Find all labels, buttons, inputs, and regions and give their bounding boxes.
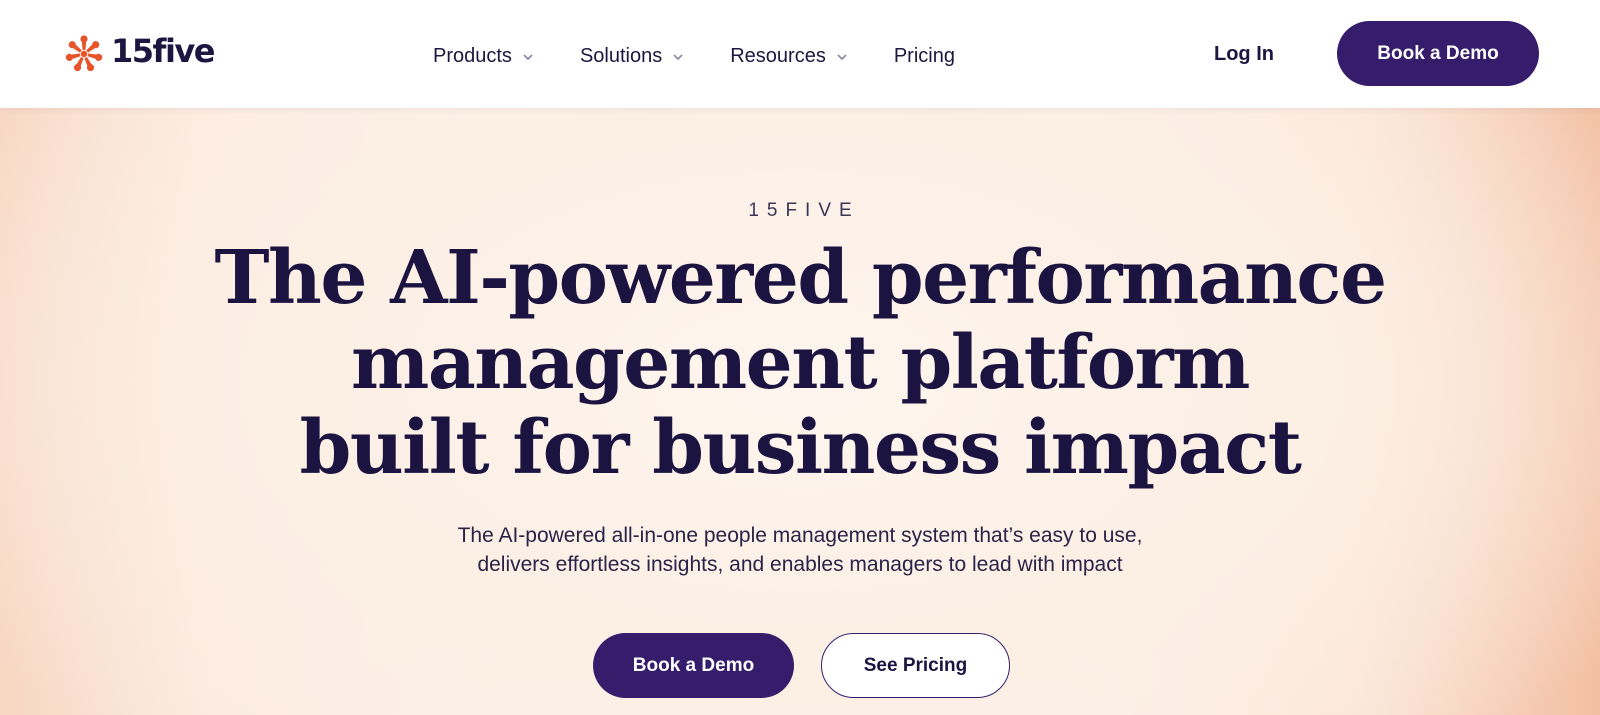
login-link[interactable]: Log In xyxy=(1214,38,1274,70)
hero-book-demo-button[interactable]: Book a Demo xyxy=(593,633,794,698)
headline-line: management platform xyxy=(351,320,1250,406)
nav-item-pricing[interactable]: Pricing xyxy=(894,45,955,68)
nav-item-resources[interactable]: Resources xyxy=(730,45,848,68)
brand-logo[interactable]: 15five xyxy=(63,32,215,76)
main-nav: Products Solutions Resources Pricing xyxy=(433,40,955,72)
nav-item-solutions[interactable]: Solutions xyxy=(580,45,684,68)
hero-eyebrow: 15FIVE xyxy=(748,200,860,221)
chevron-down-icon xyxy=(523,54,533,60)
subtext-line: delivers effortless insights, and enable… xyxy=(477,553,1123,576)
nav-item-label: Pricing xyxy=(893,44,955,67)
book-demo-button[interactable]: Book a Demo xyxy=(1337,21,1539,86)
subtext-line: The AI-powered all-in-one people managem… xyxy=(457,524,1143,547)
hero-headline: The AI-powered performance management pl… xyxy=(200,236,1400,491)
starburst-logo-icon xyxy=(65,35,103,73)
nav-item-label: Products xyxy=(433,44,512,67)
site-header: 15five Products Solutions Resources Pric… xyxy=(0,0,1600,108)
chevron-down-icon xyxy=(673,54,683,60)
hero-see-pricing-button[interactable]: See Pricing xyxy=(821,633,1010,698)
headline-line: built for business impact xyxy=(299,405,1302,491)
nav-item-label: Solutions xyxy=(579,44,663,67)
brand-wordmark: 15five xyxy=(111,32,215,70)
nav-item-label: Resources xyxy=(730,44,826,67)
headline-line: The AI-powered performance xyxy=(214,235,1387,321)
chevron-down-icon xyxy=(837,54,847,60)
nav-item-products[interactable]: Products xyxy=(433,45,534,68)
hero-section: 15FIVE The AI-powered performance manage… xyxy=(0,108,1600,715)
hero-subtext: The AI-powered all-in-one people managem… xyxy=(300,521,1300,579)
